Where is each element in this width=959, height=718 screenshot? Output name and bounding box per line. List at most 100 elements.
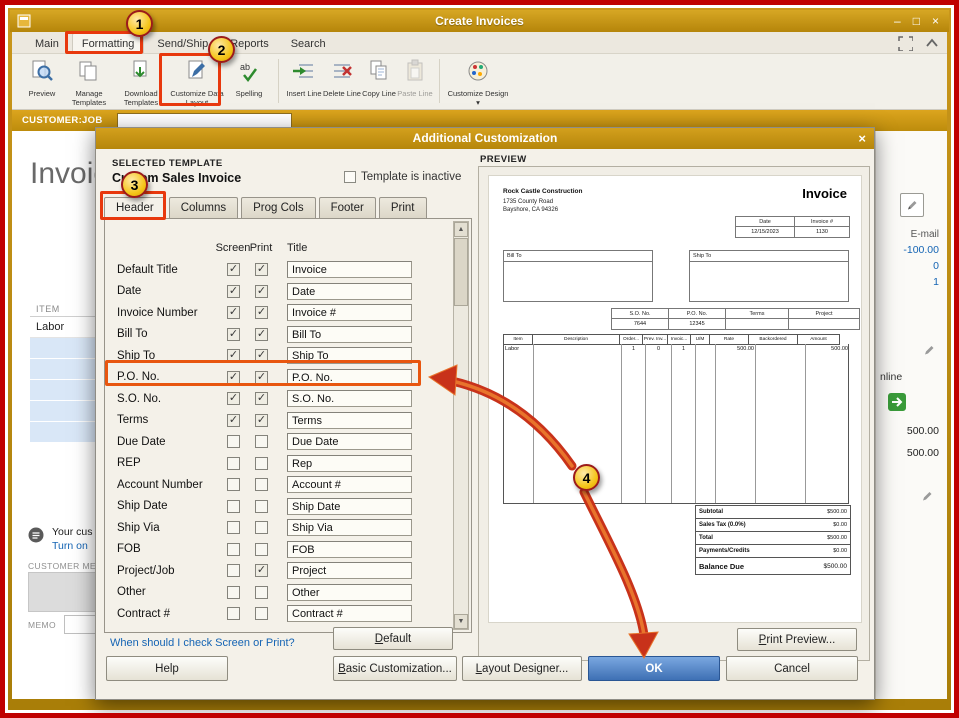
scroll-up-icon[interactable]: ▲ xyxy=(454,222,468,237)
title-input[interactable]: Ship Via xyxy=(287,519,412,536)
dialog-title-bar[interactable]: Additional Customization × xyxy=(96,128,874,149)
screen-checkbox[interactable]: ✓ xyxy=(227,392,240,405)
tab-search[interactable]: Search xyxy=(282,34,335,53)
tab-print[interactable]: Print xyxy=(379,197,427,218)
maximize-button[interactable]: □ xyxy=(913,14,920,28)
template-inactive-checkbox[interactable] xyxy=(344,171,356,183)
screen-checkbox[interactable] xyxy=(227,500,240,513)
print-checkbox[interactable] xyxy=(255,478,268,491)
collapse-ribbon-icon[interactable] xyxy=(923,35,939,56)
print-checkbox[interactable]: ✓ xyxy=(255,371,268,384)
print-checkbox[interactable]: ✓ xyxy=(255,564,268,577)
preview-field-label: Invoice # xyxy=(794,216,850,227)
screen-checkbox[interactable]: ✓ xyxy=(227,285,240,298)
scrollbar-thumb[interactable] xyxy=(454,238,468,306)
screen-print-help-link[interactable]: When should I check Screen or Print? xyxy=(110,637,295,649)
title-input[interactable]: Due Date xyxy=(287,433,412,450)
screen-checkbox[interactable]: ✓ xyxy=(227,371,240,384)
screen-checkbox[interactable] xyxy=(227,457,240,470)
pencil-icon[interactable] xyxy=(921,489,933,507)
print-checkbox[interactable] xyxy=(255,435,268,448)
paste-line-button[interactable]: Paste Line xyxy=(397,58,433,99)
spelling-button[interactable]: ab Spelling xyxy=(226,58,272,99)
print-checkbox[interactable]: ✓ xyxy=(255,414,268,427)
print-checkbox[interactable]: ✓ xyxy=(255,349,268,362)
close-button[interactable]: × xyxy=(932,14,939,28)
screen-checkbox[interactable] xyxy=(227,564,240,577)
print-checkbox[interactable] xyxy=(255,586,268,599)
title-input[interactable]: Project xyxy=(287,562,412,579)
tab-prog-cols[interactable]: Prog Cols xyxy=(241,197,316,218)
pencil-icon[interactable] xyxy=(923,343,935,361)
print-checkbox[interactable]: ✓ xyxy=(255,285,268,298)
screen-checkbox[interactable]: ✓ xyxy=(227,263,240,276)
copy-line-button[interactable]: Copy Line xyxy=(361,58,397,99)
print-checkbox[interactable] xyxy=(255,521,268,534)
dialog-close-icon[interactable]: × xyxy=(858,128,866,149)
print-checkbox[interactable] xyxy=(255,500,268,513)
title-input[interactable]: Account # xyxy=(287,476,412,493)
screen-checkbox[interactable] xyxy=(227,607,240,620)
title-input[interactable]: P.O. No. xyxy=(287,369,412,386)
print-checkbox[interactable]: ✓ xyxy=(255,392,268,405)
minimize-button[interactable]: – xyxy=(894,14,901,28)
count-link-a[interactable]: 0 xyxy=(933,260,939,272)
ok-button[interactable]: OK xyxy=(588,656,720,681)
insert-line-button[interactable]: Insert Line xyxy=(285,58,323,99)
screen-checkbox[interactable] xyxy=(227,586,240,599)
delete-line-button[interactable]: Delete Line xyxy=(323,58,361,99)
title-input[interactable]: Contract # xyxy=(287,605,412,622)
screen-checkbox[interactable]: ✓ xyxy=(227,306,240,319)
scrollbar[interactable]: ▲ ▼ xyxy=(453,221,469,630)
layout-designer-button[interactable]: Layout Designer... xyxy=(462,656,582,681)
screen-checkbox[interactable]: ✓ xyxy=(227,328,240,341)
title-input[interactable]: Other xyxy=(287,584,412,601)
print-preview-button[interactable]: Print Preview... xyxy=(737,628,857,651)
tab-main[interactable]: Main xyxy=(26,34,68,53)
print-checkbox[interactable]: ✓ xyxy=(255,306,268,319)
screen-checkbox[interactable] xyxy=(227,543,240,556)
screen-checkbox[interactable] xyxy=(227,521,240,534)
title-input[interactable]: Ship Date xyxy=(287,498,412,515)
cancel-button[interactable]: Cancel xyxy=(726,656,858,681)
title-input[interactable]: Date xyxy=(287,283,412,300)
print-checkbox[interactable] xyxy=(255,457,268,470)
scroll-down-icon[interactable]: ▼ xyxy=(454,614,468,629)
tab-columns[interactable]: Columns xyxy=(169,197,238,218)
preview-field-value: 12/15/2023 xyxy=(735,227,795,238)
title-input[interactable]: Invoice xyxy=(287,261,412,278)
credit-amount[interactable]: -100.00 xyxy=(903,244,939,256)
screen-checkbox[interactable] xyxy=(227,478,240,491)
print-checkbox[interactable]: ✓ xyxy=(255,263,268,276)
customize-data-layout-button[interactable]: Customize Data Layout xyxy=(168,58,226,107)
tab-send-ship[interactable]: Send/Ship xyxy=(148,34,217,53)
preview-button[interactable]: Preview xyxy=(20,58,64,99)
expand-icon[interactable] xyxy=(897,35,913,56)
title-input[interactable]: Invoice # xyxy=(287,304,412,321)
grid-row: Date✓✓Date xyxy=(105,281,457,303)
screen-checkbox[interactable]: ✓ xyxy=(227,349,240,362)
title-input[interactable]: Bill To xyxy=(287,326,412,343)
download-templates-button[interactable]: Download Templates xyxy=(114,58,168,107)
title-input[interactable]: Terms xyxy=(287,412,412,429)
tab-header[interactable]: Header xyxy=(104,197,166,219)
count-link-b[interactable]: 1 xyxy=(933,276,939,288)
print-checkbox[interactable] xyxy=(255,607,268,620)
screen-checkbox[interactable] xyxy=(227,435,240,448)
screen-checkbox[interactable]: ✓ xyxy=(227,414,240,427)
title-input[interactable]: Rep xyxy=(287,455,412,472)
customize-design-button[interactable]: Customize Design ▾ xyxy=(446,58,510,107)
title-input[interactable]: S.O. No. xyxy=(287,390,412,407)
manage-templates-button[interactable]: Manage Templates xyxy=(64,58,114,107)
print-checkbox[interactable] xyxy=(255,543,268,556)
edit-button[interactable] xyxy=(900,193,924,217)
help-button[interactable]: Help xyxy=(106,656,228,681)
grid-row: Contract #Contract # xyxy=(105,603,457,625)
print-checkbox[interactable]: ✓ xyxy=(255,328,268,341)
turn-on-link[interactable]: Turn on xyxy=(52,540,88,552)
title-input[interactable]: FOB xyxy=(287,541,412,558)
basic-customization-button[interactable]: Basic Customization... xyxy=(333,656,457,681)
default-button[interactable]: Default xyxy=(333,627,453,650)
title-input[interactable]: Ship To xyxy=(287,347,412,364)
tab-footer[interactable]: Footer xyxy=(319,197,376,218)
